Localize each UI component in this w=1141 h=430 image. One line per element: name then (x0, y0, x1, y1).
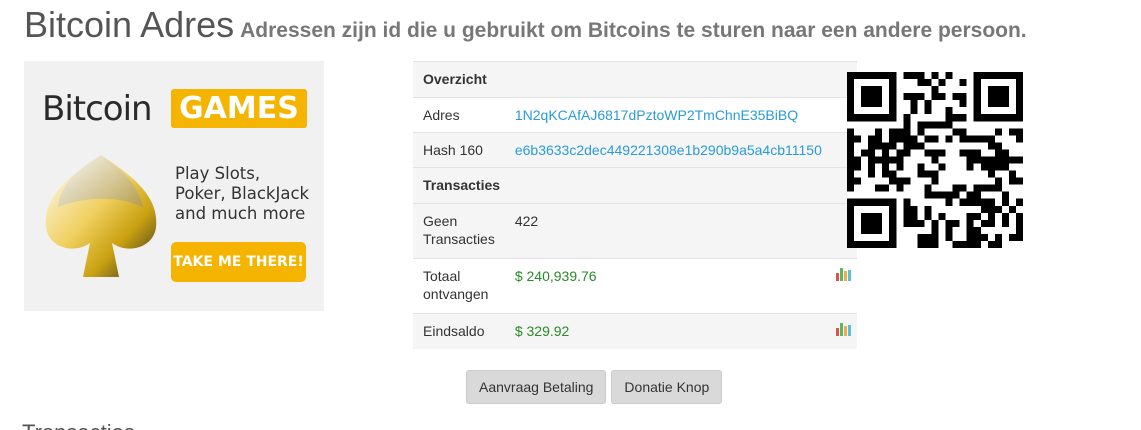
balance-value: $ 329.92 (504, 313, 831, 349)
balance-label: Eindsaldo (413, 313, 505, 349)
page-subtitle: Adressen zijn id die u gebruikt om Bitco… (240, 19, 1027, 42)
overview-header: Overzicht (413, 61, 857, 98)
received-value: $ 240,939.76 (504, 258, 831, 314)
tx-count-value: 422 (504, 203, 831, 259)
address-link[interactable]: 1N2qKCAfAJ6817dPztoWP2TmChnE35BiBQ (515, 107, 798, 123)
advertisement-banner[interactable]: Bitcoin GAMES Play Slots, Poker, BlackJa… (24, 61, 324, 311)
page-title: Bitcoin Adres Adressen zijn id die u gebr… (24, 4, 1027, 46)
tx-count-label: Geen Transacties (413, 203, 505, 259)
tx-count-row: Geen Transacties 422 (413, 203, 857, 259)
action-buttons: Aanvraag Betaling Donatie Knop (466, 370, 723, 404)
transactions-section-title: Transacties (22, 420, 135, 430)
received-label: Totaal ontvangen (413, 258, 505, 314)
ad-cta-button[interactable]: TAKE ME THERE! (171, 242, 306, 282)
ad-games-badge: GAMES (171, 89, 307, 128)
bar-chart-icon[interactable] (835, 267, 851, 281)
address-row: Adres 1N2qKCAfAJ6817dPztoWP2TmChnE35BiBQ (413, 97, 857, 133)
ad-tagline: Play Slots, Poker, BlackJack and much mo… (175, 164, 310, 223)
address-label: Adres (413, 97, 505, 133)
hash-row: Hash 160 e6b3633c2dec449221308e1b290b9a5… (413, 132, 857, 168)
page-title-main: Bitcoin Adres (24, 4, 235, 45)
ad-brand: Bitcoin (42, 89, 153, 129)
request-payment-button[interactable]: Aanvraag Betaling (466, 370, 607, 404)
overview-header-row: Overzicht (413, 61, 857, 98)
transactions-header: Transacties (413, 167, 857, 204)
hash-link[interactable]: e6b3633c2dec449221308e1b290b9a5a4cb11150 (515, 142, 822, 158)
hash-label: Hash 160 (413, 132, 505, 168)
qr-code (847, 72, 1023, 248)
bar-chart-icon[interactable] (835, 322, 851, 336)
address-info-table: Overzicht Adres 1N2qKCAfAJ6817dPztoWP2Tm… (413, 61, 857, 349)
donation-button[interactable]: Donatie Knop (611, 370, 723, 404)
balance-row: Eindsaldo $ 329.92 (413, 313, 857, 349)
received-row: Totaal ontvangen $ 240,939.76 (413, 258, 857, 314)
transactions-header-row: Transacties (413, 167, 857, 204)
spade-logo-icon (45, 155, 157, 277)
